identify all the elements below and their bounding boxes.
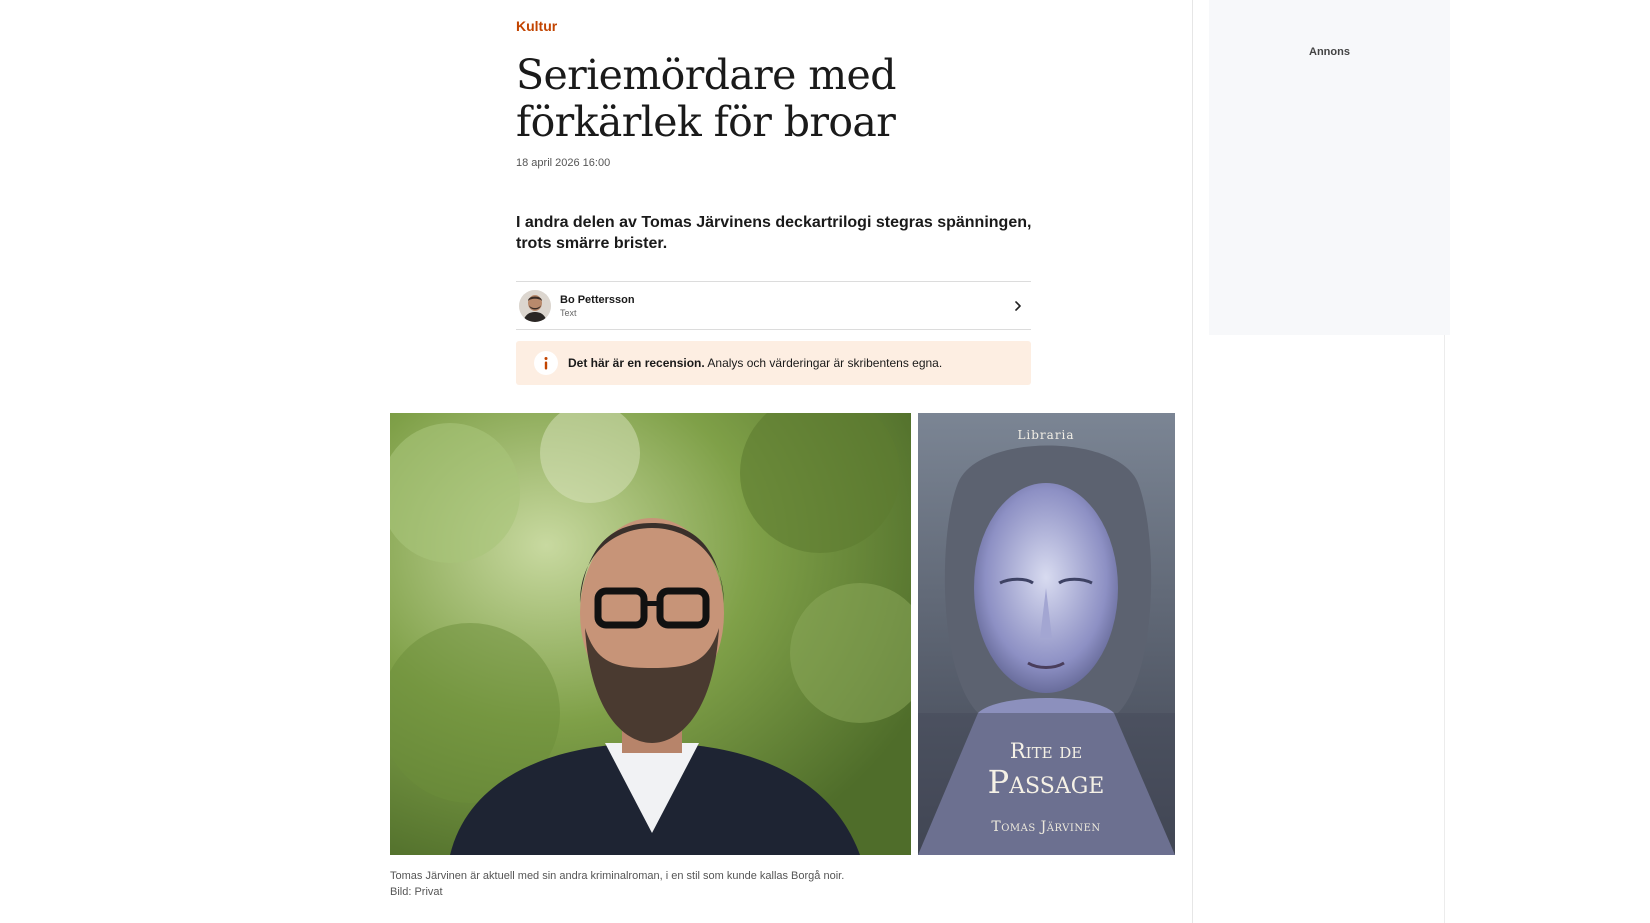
column-divider bbox=[1192, 0, 1193, 923]
ad-slot[interactable]: Annons bbox=[1209, 0, 1450, 335]
cover-author: Tomas Järvinen bbox=[991, 819, 1100, 835]
notice-bold: Det här är en recension. bbox=[568, 356, 705, 370]
ad-label: Annons bbox=[1309, 46, 1350, 58]
author-role: Text bbox=[560, 307, 577, 318]
notice-text: Det här är en recension. Analys och värd… bbox=[568, 356, 942, 370]
author-name: Bo Pettersson bbox=[560, 293, 635, 306]
chevron-right-icon[interactable] bbox=[1011, 299, 1025, 313]
review-notice: Det här är en recension. Analys och värd… bbox=[516, 341, 1031, 385]
cover-publisher: Libraria bbox=[1017, 428, 1074, 442]
section-label[interactable]: Kultur bbox=[516, 18, 557, 34]
caption-credit: Bild: Privat bbox=[390, 886, 443, 898]
notice-body: Analys och värderingar är skribentens eg… bbox=[704, 356, 943, 370]
article-lead: I andra delen av Tomas Järvinens deckart… bbox=[516, 214, 1032, 252]
image-caption: Tomas Järvinen är aktuell med sin andra … bbox=[390, 868, 844, 900]
author-byline[interactable]: Bo Pettersson Text bbox=[516, 281, 1031, 330]
author-avatar bbox=[519, 289, 551, 322]
publish-date: 18 april 2026 16:00 bbox=[516, 157, 611, 169]
cover-title-line2: Passage bbox=[988, 763, 1105, 801]
rail-border bbox=[1444, 335, 1445, 923]
book-cover-image[interactable]: Libraria Rite de Passage Tomas Järvinen bbox=[918, 413, 1175, 855]
article-main: Kultur Seriemördare med förkärlek för br… bbox=[0, 0, 1192, 923]
article-headline: Seriemördare med förkärlek för broar bbox=[516, 51, 896, 146]
author-photo[interactable] bbox=[390, 413, 911, 855]
info-icon bbox=[534, 351, 558, 375]
cover-title-line1: Rite de bbox=[1010, 739, 1082, 763]
caption-text: Tomas Järvinen är aktuell med sin andra … bbox=[390, 870, 845, 882]
